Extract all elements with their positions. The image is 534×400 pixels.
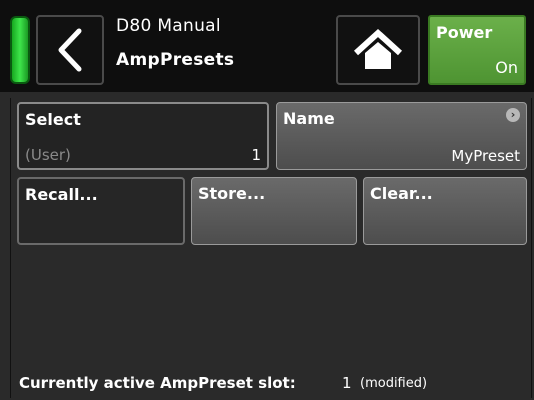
power-label: Power (436, 23, 493, 42)
select-field[interactable]: Select (User) 1 (17, 102, 269, 170)
home-button[interactable] (336, 15, 420, 85)
name-value: MyPreset (451, 147, 520, 165)
clear-label: Clear... (370, 184, 433, 203)
header-bar: D80 Manual AmpPresets Power On (0, 0, 534, 92)
amp-presets-screen: D80 Manual AmpPresets Power On Select (U… (0, 0, 534, 400)
power-state: On (495, 58, 518, 77)
name-label: Name (283, 109, 335, 128)
status-indicator (10, 16, 30, 84)
select-category: (User) (25, 146, 71, 164)
recall-button[interactable]: Recall... (17, 177, 185, 245)
active-slot-label: Currently active AmpPreset slot: (19, 374, 296, 392)
device-title: D80 Manual (116, 16, 221, 36)
clear-button[interactable]: Clear... (363, 177, 527, 245)
select-value: 1 (251, 146, 261, 164)
chevron-left-icon (58, 28, 82, 72)
back-button[interactable] (36, 15, 104, 85)
title-block: D80 Manual AmpPresets (116, 16, 234, 70)
chevron-right-icon: › (506, 108, 520, 122)
home-icon (353, 28, 403, 69)
active-slot-value: 1 (342, 374, 352, 392)
active-slot-modified: (modified) (360, 376, 428, 391)
store-label: Store... (198, 184, 266, 203)
store-button[interactable]: Store... (191, 177, 357, 245)
page-title: AmpPresets (116, 50, 235, 70)
select-label: Select (25, 110, 81, 129)
power-button[interactable]: Power On (428, 15, 526, 85)
main-content: Select (User) 1 Name › MyPreset Recall..… (0, 92, 534, 400)
name-field[interactable]: Name › MyPreset (276, 102, 527, 170)
recall-label: Recall... (25, 185, 98, 204)
